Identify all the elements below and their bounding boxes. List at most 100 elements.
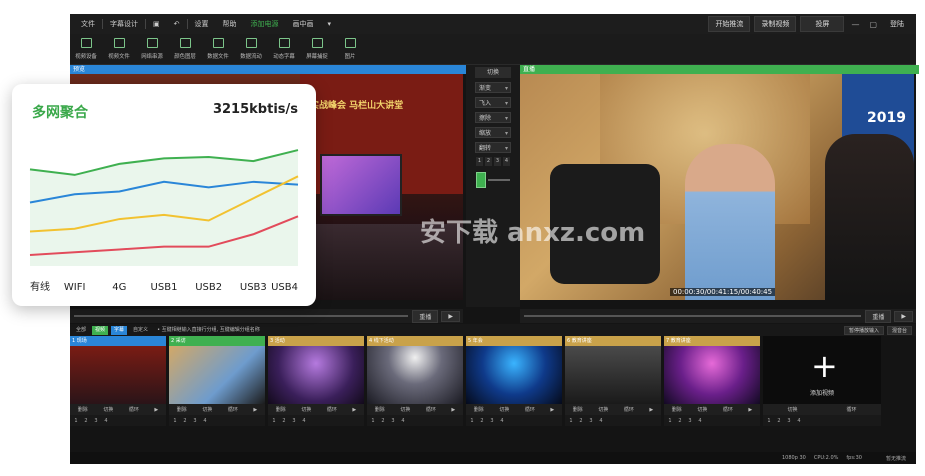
projector-button[interactable]: 投屏 [800,16,845,32]
clip-controls: 删除 切换 循环 ▶ [565,404,661,415]
clip-numbers: 1234 [70,415,166,426]
transition-slider[interactable] [476,172,510,188]
tab-all[interactable]: 全部 [73,326,89,335]
clip-card-1[interactable]: 1 现场 删除 切换 循环 ▶ 1234 [70,336,166,426]
tool-dynamic-subtitle[interactable]: 动态字幕 [268,38,301,60]
tool-image[interactable]: 图片 [334,38,367,60]
login-button[interactable]: 登陆 [884,17,910,31]
maximize-icon[interactable]: ▢ [866,20,880,29]
speed-1[interactable]: 1 [476,157,483,166]
audio-mixer-button[interactable]: 混音台 [886,325,912,335]
menu-file[interactable]: 文件 [74,19,102,29]
tab-subtitle[interactable]: 字幕 [111,325,128,335]
tool-video-device[interactable]: 视频设备 [70,38,103,60]
transition-wipe-select[interactable]: 擦除 [475,112,511,124]
menu-add-source[interactable]: 添加电源 [244,19,286,29]
clip-numbers: 1234 [664,415,760,426]
transition-flip-select[interactable]: 翻转 [475,142,511,154]
clip-card-3[interactable]: 3 活动 删除 切换 循环 ▶ 1234 [268,336,364,426]
menu-subtitle-design[interactable]: 字幕设计 [103,19,145,29]
transition-zoom-select[interactable]: 缩放 [475,127,511,139]
stage-banner: 实战峰会 马栏山大讲堂 [310,101,404,111]
clip-card-5[interactable]: 5 年会 删除 切换 循环 ▶ 1234 [466,336,562,426]
x-tick-label: USB1 [151,282,178,293]
image-icon [345,38,356,48]
x-tick-label: 4G [112,282,126,293]
live-play-button[interactable]: ▶ [894,310,913,322]
clip-thumbnail [268,346,364,404]
slider-handle[interactable] [476,172,486,188]
plus-icon: + [811,347,838,385]
tool-network-source[interactable]: 网络串源 [136,38,169,60]
preview-header: 预览 [70,65,466,74]
tab-video[interactable]: 视频 [92,325,109,335]
menu-pip[interactable]: 画中画 [286,19,321,29]
preview-play-button[interactable]: ▶ [441,310,460,322]
preview-replay-button[interactable]: 重播 [412,309,439,323]
transition-fade-select[interactable]: 渐变 [475,82,511,94]
clip-numbers: 1234 [565,415,661,426]
x-tick-label: USB2 [195,282,222,293]
live-video[interactable]: 2019 00:00:30/00:41:15/00:40:45 [520,74,914,300]
clip-header: 3 活动 [268,336,364,346]
x-tick-label: WIFI [64,282,86,293]
clip-header: 2 采访 [169,336,265,346]
clip-numbers: 1234 [367,415,463,426]
preview-controls: 重播 ▶ [70,309,463,323]
tool-video-file[interactable]: 视频文件 [103,38,136,60]
start-stream-button[interactable]: 开始推流 [708,16,751,32]
speed-2[interactable]: 2 [485,157,492,166]
palette-icon [180,38,191,48]
tool-data-file[interactable]: 数据文件 [202,38,235,60]
speed-4[interactable]: 4 [503,157,510,166]
status-resolution: 1080p 30 [781,455,806,461]
menu-bar: 文件 字幕设计 ▣ ↶ 设置 帮助 添加电源 画中画 ▾ 开始推流 录制视频 投… [70,14,916,34]
clip-card-4[interactable]: 4 线下活动 删除 切换 循环 ▶ 1234 [367,336,463,426]
menu-help[interactable]: 帮助 [216,19,244,29]
transition-panel: 切换 渐变 飞入 擦除 缩放 翻转 1 2 3 4 [466,65,520,307]
transition-speed-numbers: 1 2 3 4 [476,157,510,166]
clip-card-7[interactable]: 7 教育讲座 删除 切换 循环 ▶ 1234 [664,336,760,426]
undo-icon[interactable]: ↶ [167,20,187,28]
monitor-icon [312,38,323,48]
save-icon[interactable]: ▣ [146,20,167,28]
live-progress[interactable] [524,315,862,317]
transition-fly-select[interactable]: 飞入 [475,97,511,109]
cut-button[interactable]: 切换 [475,67,511,78]
add-video-card[interactable]: + 添加视频 切换 循环 1234 [763,336,881,426]
clip-controls: 删除 切换 循环 ▶ [268,404,364,415]
watermark: 安下载 anxz.com [420,218,646,248]
add-video-area[interactable]: + 添加视频 [763,336,881,404]
tool-color-layer[interactable]: 颜色图层 [169,38,202,60]
speed-3[interactable]: 3 [494,157,501,166]
clip-thumbnail [565,346,661,404]
clip-header: 1 现场 [70,336,166,346]
tab-custom[interactable]: 自定义 [130,326,151,335]
folder-icon [213,38,224,48]
chevron-down-icon[interactable]: ▾ [321,20,339,28]
minimize-icon[interactable]: — [848,20,862,29]
stage-screen [320,154,402,216]
tool-data-flow[interactable]: 数据流动 [235,38,268,60]
x-tick-label: USB3 [240,282,267,293]
add-video-label: 添加视频 [809,390,834,397]
preview-progress[interactable] [74,315,409,317]
network-icon [147,38,158,48]
clip-card-6[interactable]: 6 教育讲座 删除 切换 循环 ▶ 1234 [565,336,661,426]
clip-controls: 删除 切换 循环 ▶ [367,404,463,415]
live-replay-button[interactable]: 重播 [865,309,892,323]
pause-input-button[interactable]: 暂停播放输入 [843,325,884,335]
status-fps: fps:30 [846,455,862,461]
clip-card-2[interactable]: 2 采访 删除 切换 循环 ▶ 1234 [169,336,265,426]
film-icon [114,38,125,48]
banner-year: 2019 [867,110,906,126]
clip-header: 6 教育讲座 [565,336,661,346]
tool-screen-capture[interactable]: 屏幕捕捉 [301,38,334,60]
chart-area-fill [30,150,298,266]
x-tick-label: USB4 [271,282,298,293]
clip-thumbnail [664,346,760,404]
menu-settings[interactable]: 设置 [188,19,216,29]
clip-controls: 切换 循环 [763,404,881,415]
status-bar: 1080p 30 CPU:2.0% fps:30 暂无推流 [70,452,916,464]
record-button[interactable]: 录制视频 [754,16,797,32]
